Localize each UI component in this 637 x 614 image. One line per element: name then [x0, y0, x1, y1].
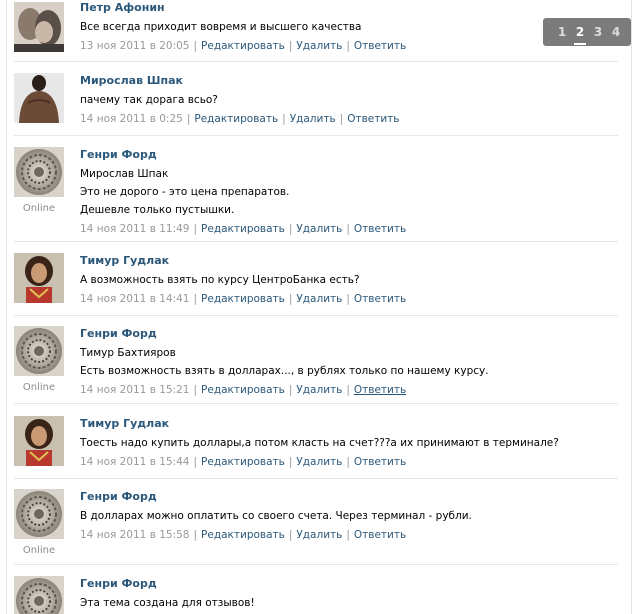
- comment-item: Петр Афонин Все всегда приходит вовремя …: [14, 0, 618, 62]
- reply-link[interactable]: Ответить: [354, 384, 406, 396]
- reply-link[interactable]: Ответить: [354, 40, 406, 52]
- comment-meta: 14 ноя 2011 в 0:25 | Редактировать | Удалить…: [80, 113, 400, 125]
- delete-link[interactable]: Удалить: [296, 40, 342, 52]
- comment-item: Online Генри Форд Тимур Бахтияров Есть в…: [14, 322, 618, 404]
- comment-date: 13 ноя 2011 в 20:05: [80, 40, 190, 52]
- comment-meta: 14 ноя 2011 в 15:21 | Редактировать | Удалит…: [80, 384, 407, 396]
- edit-link[interactable]: Редактировать: [201, 223, 285, 235]
- comment-meta: 14 ноя 2011 в 11:49 | Редактировать | Удалит…: [80, 223, 407, 235]
- comment-text: В долларах можно оплатить со своего счет…: [80, 507, 618, 525]
- comment-date: 14 ноя 2011 в 11:49: [80, 223, 190, 235]
- comment-date: 14 ноя 2011 в 15:58: [80, 529, 190, 541]
- divider: [14, 403, 618, 404]
- avatar-ornament[interactable]: [14, 576, 64, 614]
- comment-date: 14 ноя 2011 в 15:21: [80, 384, 190, 396]
- comment-line: В долларах можно оплатить со своего счет…: [80, 510, 472, 522]
- comment-line: Эта тема создана для отзывов!: [80, 597, 255, 609]
- comment-text: А возможность взять по курсу ЦентроБанка…: [80, 271, 618, 289]
- comment-author-link[interactable]: Генри Форд: [80, 489, 618, 504]
- comment-author-link[interactable]: Генри Форд: [80, 147, 618, 162]
- comment-date: 14 ноя 2011 в 14:41: [80, 293, 190, 305]
- avatar-ornament[interactable]: [14, 489, 64, 539]
- comment-author-link[interactable]: Тимур Гудлак: [80, 253, 618, 268]
- comment-item: Тимур Гудлак А возможность взять по курс…: [14, 249, 618, 316]
- comment-item: Online Генри Форд В долларах можно оплат…: [14, 485, 618, 565]
- online-status: Online: [22, 382, 56, 393]
- comment-text: Мирослав Шпак Это не дорого - это цена п…: [80, 165, 618, 219]
- comment-text: Все всегда приходит вовремя и высшего ка…: [80, 18, 618, 36]
- comment-author-link[interactable]: Генри Форд: [80, 576, 618, 591]
- comment-item: Тимур Гудлак Тоесть надо купить доллары,…: [14, 412, 618, 479]
- edit-link[interactable]: Редактировать: [201, 40, 285, 52]
- avatar-person[interactable]: [14, 416, 64, 466]
- comment-line: Мирослав Шпак: [80, 168, 169, 180]
- comment-author-link[interactable]: Тимур Гудлак: [80, 416, 618, 431]
- comment-text: пачему так дорага всьо?: [80, 91, 618, 109]
- divider: [14, 241, 618, 242]
- edit-link[interactable]: Редактировать: [201, 384, 285, 396]
- comment-line: Дешевле только пустышки.: [80, 204, 235, 216]
- comment-line: Тимур Бахтияров: [80, 347, 176, 359]
- divider: [14, 135, 618, 136]
- avatar-person[interactable]: [14, 253, 64, 303]
- delete-link[interactable]: Удалить: [296, 384, 342, 396]
- online-status: Online: [22, 203, 56, 214]
- comment-meta: 13 ноя 2011 в 20:05 | Редактировать | Удалит…: [80, 40, 407, 52]
- avatar-ornament[interactable]: [14, 326, 64, 376]
- avatar-man-back[interactable]: [14, 73, 64, 123]
- edit-link[interactable]: Редактировать: [194, 113, 278, 125]
- comment-line: Это не дорого - это цена препаратов.: [80, 186, 290, 198]
- comment-item: Мирослав Шпак пачему так дорага всьо? 14…: [14, 69, 618, 136]
- divider: [14, 564, 618, 565]
- comment-line: пачему так дорага всьо?: [80, 94, 218, 106]
- delete-link[interactable]: Удалить: [296, 456, 342, 468]
- comment-meta: 14 ноя 2011 в 15:58 | Редактировать | Удалит…: [80, 529, 407, 541]
- delete-link[interactable]: Удалить: [290, 113, 336, 125]
- comment-item: Online Генри Форд Мирослав Шпак Это не д…: [14, 143, 618, 242]
- comment-meta: 14 ноя 2011 в 14:41 | Редактировать | Удалит…: [80, 293, 407, 305]
- delete-link[interactable]: Удалить: [296, 223, 342, 235]
- comment-line: Есть возможность взять в долларах..., в …: [80, 365, 489, 377]
- edit-link[interactable]: Редактировать: [201, 456, 285, 468]
- comment-author-link[interactable]: Генри Форд: [80, 326, 618, 341]
- comment-date: 14 ноя 2011 в 0:25: [80, 113, 183, 125]
- reply-link[interactable]: Ответить: [347, 113, 399, 125]
- comment-date: 14 ноя 2011 в 15:44: [80, 456, 190, 468]
- delete-link[interactable]: Удалить: [296, 293, 342, 305]
- reply-link[interactable]: Ответить: [354, 223, 406, 235]
- comment-item: Генри Форд Эта тема создана для отзывов!: [14, 572, 618, 614]
- comment-line: Тоесть надо купить доллары,а потом класт…: [80, 437, 559, 449]
- comment-meta: 14 ноя 2011 в 15:44 | Редактировать | Удалит…: [80, 456, 407, 468]
- comment-text: Эта тема создана для отзывов!: [80, 594, 618, 612]
- comment-author-link[interactable]: Мирослав Шпак: [80, 73, 618, 88]
- comment-author-link[interactable]: Петр Афонин: [80, 0, 618, 15]
- divider: [14, 478, 618, 479]
- edit-link[interactable]: Редактировать: [201, 293, 285, 305]
- reply-link[interactable]: Ответить: [354, 293, 406, 305]
- edit-link[interactable]: Редактировать: [201, 529, 285, 541]
- comment-line: А возможность взять по курсу ЦентроБанка…: [80, 274, 360, 286]
- delete-link[interactable]: Удалить: [296, 529, 342, 541]
- reply-link[interactable]: Ответить: [354, 456, 406, 468]
- comment-line: Все всегда приходит вовремя и высшего ка…: [80, 21, 362, 33]
- reply-link[interactable]: Ответить: [354, 529, 406, 541]
- comment-text: Тоесть надо купить доллары,а потом класт…: [80, 434, 618, 452]
- avatar-couple[interactable]: [14, 2, 64, 52]
- divider: [14, 315, 618, 316]
- divider: [14, 61, 618, 62]
- online-status: Online: [22, 545, 56, 556]
- comment-text: Тимур Бахтияров Есть возможность взять в…: [80, 344, 618, 380]
- avatar-ornament[interactable]: [14, 147, 64, 197]
